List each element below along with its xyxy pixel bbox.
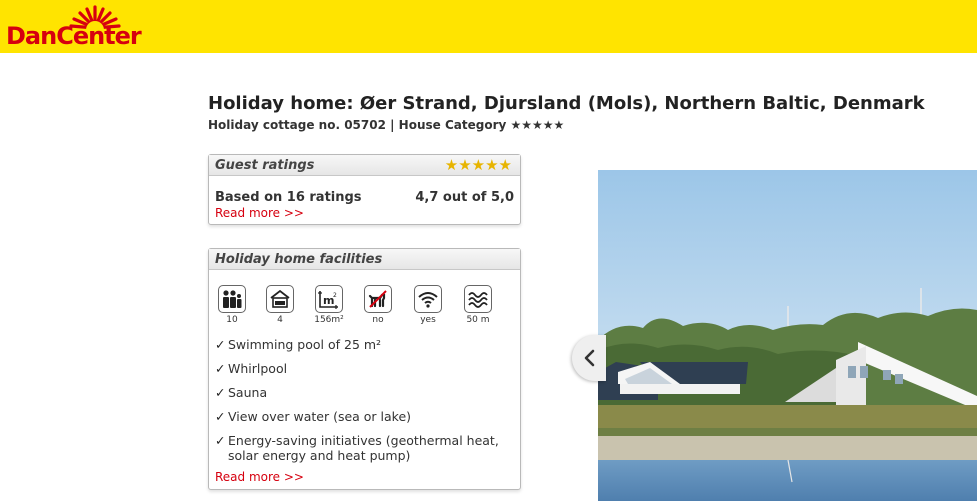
facilities-panel: Holiday home facilities 10 4 m 2 156m² n… — [208, 248, 521, 490]
header-bar: DanCenter — [0, 0, 977, 53]
dancenter-logo[interactable]: DanCenter — [6, 4, 176, 50]
persons-icon — [218, 285, 246, 313]
checkmark-icon: ✓ — [215, 409, 226, 424]
guest-ratings-header: Guest ratings ★★★★★ — [209, 155, 520, 176]
guest-ratings-title: Guest ratings — [215, 158, 315, 173]
ratings-count: Based on 16 ratings — [215, 190, 362, 205]
gallery-prev-button[interactable] — [572, 335, 606, 381]
water-distance-icon — [464, 285, 492, 313]
checkmark-icon: ✓ — [215, 385, 226, 400]
area-icon: m 2 — [315, 285, 343, 313]
ratings-score: 4,7 out of 5,0 — [415, 190, 514, 205]
facility-value: no — [372, 315, 384, 325]
facility-value: 156m² — [314, 315, 344, 325]
facilities-title: Holiday home facilities — [215, 252, 383, 267]
checkmark-icon: ✓ — [215, 433, 226, 448]
wifi-icon — [414, 285, 442, 313]
facilities-header: Holiday home facilities — [209, 249, 520, 270]
facility-wifi: yes — [411, 285, 445, 326]
list-item: ✓ Energy-saving initiatives (geothermal h… — [215, 433, 499, 463]
list-item: ✓ Swimming pool of 25 m² — [215, 337, 382, 352]
list-item: ✓ Sauna — [215, 385, 268, 400]
facility-value: 50 m — [466, 315, 490, 325]
facility-value: 10 — [226, 315, 238, 325]
chevron-left-icon — [584, 349, 595, 367]
facility-persons: 10 — [215, 285, 249, 326]
facility-water: 50 m — [461, 285, 495, 326]
facility-pets: no — [361, 285, 395, 326]
facility-value: 4 — [277, 315, 283, 325]
rating-stars-icon: ★★★★★ — [444, 156, 512, 174]
list-item: ✓ Whirlpool — [215, 361, 288, 376]
ratings-read-more-link[interactable]: Read more >> — [215, 206, 304, 220]
property-photo[interactable] — [598, 170, 977, 501]
page-title: Holiday home: Øer Strand, Djursland (Mol… — [208, 93, 925, 114]
checkmark-icon: ✓ — [215, 337, 226, 352]
facility-area: m 2 156m² — [312, 285, 346, 326]
guest-ratings-panel: Guest ratings ★★★★★ Based on 16 ratings … — [208, 154, 521, 225]
facility-list: ✓ Swimming pool of 25 m² ✓ Whirlpool ✓ Saun… — [215, 337, 515, 472]
facilities-read-more-link[interactable]: Read more >> — [215, 470, 304, 484]
house-photo-image — [598, 170, 977, 501]
area-icon-sup: 2 — [333, 292, 337, 299]
bedroom-icon — [266, 285, 294, 313]
checkmark-icon: ✓ — [215, 361, 226, 376]
facility-bedrooms: 4 — [263, 285, 297, 326]
brand-name: DanCenter — [6, 22, 142, 50]
list-item: ✓ View over water (sea or lake) — [215, 409, 412, 424]
facility-value: yes — [420, 315, 436, 325]
no-pets-icon — [364, 285, 392, 313]
facility-icon-row: 10 4 m 2 156m² no yes 50 m — [215, 285, 515, 331]
property-subtitle: Holiday cottage no. 05702 | House Catego… — [208, 118, 565, 132]
